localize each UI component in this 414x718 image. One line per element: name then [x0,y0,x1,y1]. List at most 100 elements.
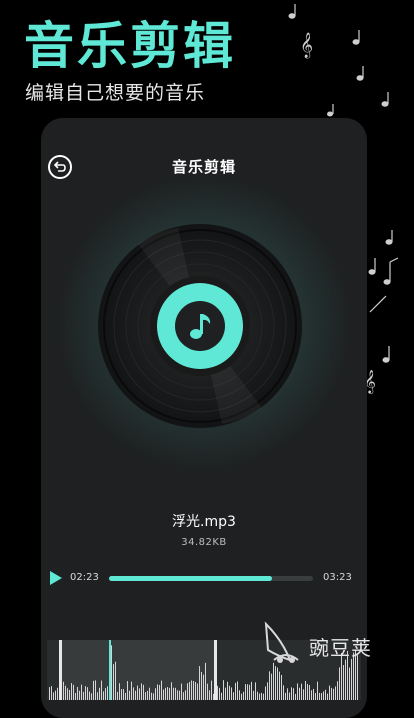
waveform-bar [83,691,84,700]
waveform-bar [259,693,260,700]
waveform-bar [233,692,234,700]
waveform-bar [283,685,284,700]
waveform-bar [121,689,122,700]
waveform-bar [179,690,180,700]
waveform-bar [275,666,276,700]
waveform-bar [75,692,76,700]
waveform-bar [263,693,264,700]
waveform-bar [97,692,98,700]
waveform-bar [337,681,338,700]
waveform-bar [175,687,176,700]
track-name: 浮光.mp3 [172,514,236,530]
waveform-bar [323,691,324,700]
waveform-bar [285,692,286,700]
waveform-bar [107,686,108,700]
waveform-bar [153,693,154,700]
waveform-bar [313,688,314,700]
waveform-bar [249,684,250,700]
music-note-icon [369,295,387,313]
waveform-bar [125,692,126,700]
waveform-bar [189,681,190,700]
waveform-bar [317,681,318,700]
music-note-icon [288,4,296,19]
waveform-bar [201,671,202,700]
waveform-bar [241,693,242,700]
waveform-bar [327,693,328,700]
waveform-bar [91,693,92,700]
waveform-bar [237,681,238,700]
waveform-bar [51,686,52,700]
waveform-bar [157,684,158,700]
waveform-bar [287,688,288,700]
play-button[interactable] [49,570,63,586]
waveform-bar [159,684,160,700]
waveform-bar [115,661,116,700]
waveform-bar [137,685,138,700]
waveform-bar [81,684,82,700]
waveform-bar [95,680,96,700]
trim-handle-left[interactable] [59,640,62,700]
waveform-bar [53,692,54,700]
waveform-bar [57,687,58,700]
waveform-bar [93,680,94,700]
current-time: 02:23 [70,572,99,583]
waveform-bar [163,689,164,700]
waveform-bar [73,684,74,700]
waveform-bar [271,673,272,700]
waveform-bar [117,691,118,700]
playhead-marker [109,640,111,700]
play-icon [50,571,62,585]
waveform-bar [183,692,184,700]
waveform-bar [255,682,256,700]
waveform-bar [205,662,206,700]
music-note-icon [383,257,399,285]
waveform-bar [349,667,350,700]
waveform-bar [221,692,222,700]
waveform-bar [251,681,252,700]
waveform-bar [243,691,244,700]
progress-fill [109,576,273,581]
waveform-bar [191,680,192,700]
waveform-bar [235,682,236,700]
waveform-bar [173,687,174,700]
waveform-bar [133,687,134,700]
progress-slider[interactable] [109,576,313,581]
waveform-bar [245,684,246,700]
waveform-bar [279,671,280,700]
waveform-bar [147,690,148,700]
music-note-icon [368,258,376,275]
waveform-bar [139,688,140,700]
waveform-bar [193,681,194,700]
track-size: 34.82KB [181,537,227,548]
waveform-bar [143,684,144,700]
waveform-bar [331,687,332,700]
waveform-bar [343,665,344,700]
waveform-bar [87,687,88,700]
music-note-icon [327,104,334,117]
waveform-bar [123,689,124,700]
total-time: 03:23 [323,572,352,583]
waveform-bar [49,687,50,700]
waveform-bar [281,674,282,700]
svg-text:𝄞: 𝄞 [300,32,313,58]
waveform-bar [309,685,310,700]
trim-handle-right[interactable] [214,640,217,700]
waveform-bar [155,688,156,700]
vinyl-record [98,224,302,428]
waveform-bar [231,687,232,700]
waveform-bar [145,692,146,700]
waveform-bar [165,687,166,700]
waveform-bar [105,688,106,700]
waveform-bar [171,682,172,700]
waveform-bar [167,687,168,700]
waveform-bar [103,691,104,700]
music-note-icon [385,230,393,245]
waveform-bar [151,692,152,700]
waveform-bar [225,687,226,700]
waveform-bar [247,684,248,700]
waveform-bar [277,667,278,700]
waveform-bar [77,687,78,700]
treble-clef-icon: 𝄞 [300,32,313,58]
waveform-bar [261,692,262,700]
music-note-icon [175,301,225,351]
